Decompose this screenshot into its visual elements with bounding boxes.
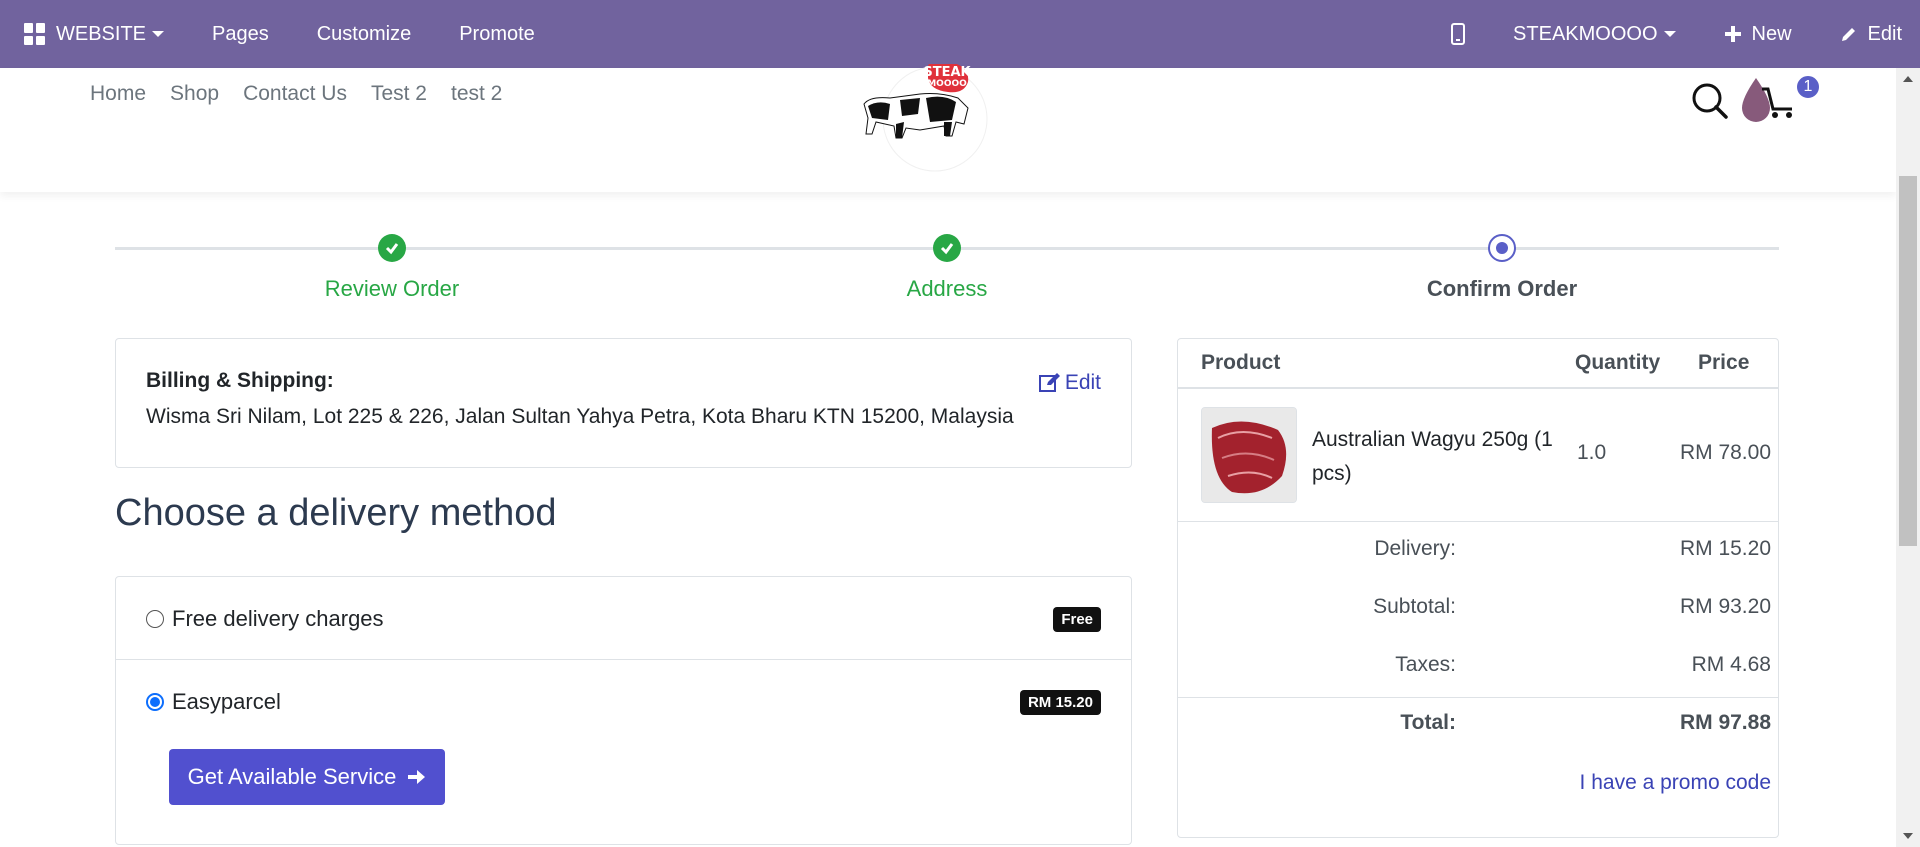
promote-menu-label: Promote bbox=[459, 22, 535, 45]
new-button-label: New bbox=[1751, 22, 1792, 45]
header-product: Product bbox=[1201, 351, 1281, 374]
promote-menu[interactable]: Promote bbox=[435, 0, 559, 68]
total-label: Total: bbox=[1400, 711, 1456, 734]
step-label: Review Order bbox=[324, 276, 460, 301]
pages-menu-label: Pages bbox=[212, 22, 269, 45]
logo-text-moooo: MOOOO bbox=[927, 79, 967, 89]
delivery-options-card: Free delivery charges Free Easyparcel RM… bbox=[115, 576, 1132, 845]
edit-button[interactable]: Edit bbox=[1816, 0, 1920, 68]
product-price: RM 78.00 bbox=[1679, 441, 1771, 464]
header-quantity: Quantity bbox=[1575, 351, 1661, 374]
billing-shipping-card: Billing & Shipping: Wisma Sri Nilam, Lot… bbox=[115, 338, 1132, 468]
mobile-icon bbox=[1451, 23, 1466, 45]
website-menu[interactable]: WEBSITE bbox=[0, 0, 188, 68]
scroll-up-icon[interactable] bbox=[1903, 76, 1913, 82]
site-nav: Home Shop Contact Us Test 2 test 2 bbox=[78, 82, 514, 106]
divider bbox=[116, 659, 1131, 660]
promo-code-link[interactable]: I have a promo code bbox=[1580, 771, 1771, 795]
pages-menu[interactable]: Pages bbox=[188, 0, 293, 68]
header-price: Price bbox=[1698, 351, 1750, 374]
chevron-down-icon bbox=[1663, 31, 1676, 37]
site-logo[interactable]: STEAK MOOOO bbox=[860, 60, 1010, 174]
price-badge: Free bbox=[1053, 606, 1101, 632]
delivery-option-label: Easyparcel bbox=[172, 689, 281, 714]
admin-bar: WEBSITE Pages Customize Promote STEAKMOO… bbox=[0, 0, 1920, 68]
delivery-option-label: Free delivery charges bbox=[172, 606, 384, 631]
customize-menu-label: Customize bbox=[316, 22, 412, 45]
nav-item-test-2[interactable]: Test 2 bbox=[359, 82, 439, 106]
product-quantity: 1.0 bbox=[1577, 441, 1607, 464]
header-icons: 1 bbox=[1690, 74, 1821, 126]
summary-product-row: Australian Wagyu 250g (1 pcs) 1.0 RM 78.… bbox=[1178, 389, 1778, 522]
price-badge: RM 15.20 bbox=[1019, 689, 1101, 715]
site-header: Home Shop Contact Us Test 2 test 2 STEAK… bbox=[0, 60, 1896, 192]
step-review-order: Review Order bbox=[292, 234, 492, 302]
radio-free-delivery[interactable] bbox=[146, 610, 164, 628]
new-button[interactable]: New bbox=[1700, 0, 1816, 68]
nav-item-shop[interactable]: Shop bbox=[158, 82, 231, 106]
step-address: Address bbox=[847, 234, 1047, 302]
check-icon bbox=[378, 234, 406, 262]
taxes-value: RM 4.68 bbox=[1691, 653, 1771, 676]
nav-item-home[interactable]: Home bbox=[78, 82, 158, 106]
edit-address-link[interactable]: Edit bbox=[1038, 371, 1101, 395]
nav-item-test-2-lower[interactable]: test 2 bbox=[439, 82, 514, 106]
delivery-label: Delivery: bbox=[1374, 537, 1456, 560]
edit-square-icon bbox=[1038, 373, 1060, 392]
company-label: STEAKMOOOO bbox=[1513, 22, 1658, 45]
service-button-label: Get Available Service bbox=[187, 764, 397, 789]
scrollbar-thumb[interactable] bbox=[1899, 176, 1917, 546]
chevron-down-icon bbox=[152, 31, 165, 37]
cart-count-badge: 1 bbox=[1795, 74, 1821, 100]
step-confirm-order: Confirm Order bbox=[1402, 234, 1602, 302]
order-summary-card: Product Quantity Price Australian Wagyu … bbox=[1177, 338, 1779, 838]
check-icon bbox=[933, 234, 961, 262]
customize-menu[interactable]: Customize bbox=[293, 0, 435, 68]
taxes-label: Taxes: bbox=[1395, 653, 1456, 676]
product-image[interactable] bbox=[1201, 407, 1297, 503]
summary-header: Product Quantity Price bbox=[1178, 339, 1778, 389]
mobile-preview-button[interactable] bbox=[1427, 0, 1489, 68]
total-value: RM 97.88 bbox=[1679, 711, 1771, 734]
apps-grid-icon bbox=[24, 23, 46, 45]
delivery-option-free[interactable]: Free delivery charges Free bbox=[116, 601, 1131, 637]
get-available-service-button[interactable]: Get Available Service bbox=[169, 749, 445, 805]
step-label: Address bbox=[906, 276, 988, 301]
subtotal-label: Subtotal: bbox=[1373, 595, 1456, 618]
plus-icon bbox=[1724, 26, 1741, 42]
edit-address-label: Edit bbox=[1064, 371, 1101, 394]
cart-icon[interactable] bbox=[1758, 81, 1798, 121]
billing-address: Wisma Sri Nilam, Lot 225 & 226, Jalan Su… bbox=[146, 405, 1014, 428]
current-step-icon bbox=[1488, 234, 1516, 262]
step-label: Confirm Order bbox=[1426, 276, 1578, 301]
search-icon[interactable] bbox=[1690, 81, 1730, 121]
scroll-down-icon[interactable] bbox=[1903, 833, 1913, 839]
radio-easyparcel[interactable] bbox=[146, 693, 164, 711]
product-name[interactable]: Australian Wagyu 250g (1 pcs) bbox=[1312, 423, 1562, 491]
delivery-method-title: Choose a delivery method bbox=[115, 492, 557, 534]
website-menu-label: WEBSITE bbox=[56, 22, 147, 45]
page-scrollbar[interactable] bbox=[1896, 68, 1920, 847]
edit-button-label: Edit bbox=[1867, 22, 1902, 45]
delivery-option-easyparcel[interactable]: Easyparcel RM 15.20 bbox=[116, 684, 1131, 720]
company-switcher[interactable]: STEAKMOOOO bbox=[1489, 0, 1699, 68]
billing-title: Billing & Shipping: bbox=[146, 369, 334, 392]
divider bbox=[1178, 697, 1778, 698]
delivery-value: RM 15.20 bbox=[1679, 537, 1771, 560]
subtotal-value: RM 93.20 bbox=[1679, 595, 1771, 618]
arrow-right-icon bbox=[408, 770, 426, 784]
pencil-icon bbox=[1841, 28, 1855, 41]
logo-text-steak: STEAK bbox=[923, 65, 971, 80]
nav-item-contact-us[interactable]: Contact Us bbox=[231, 82, 359, 106]
